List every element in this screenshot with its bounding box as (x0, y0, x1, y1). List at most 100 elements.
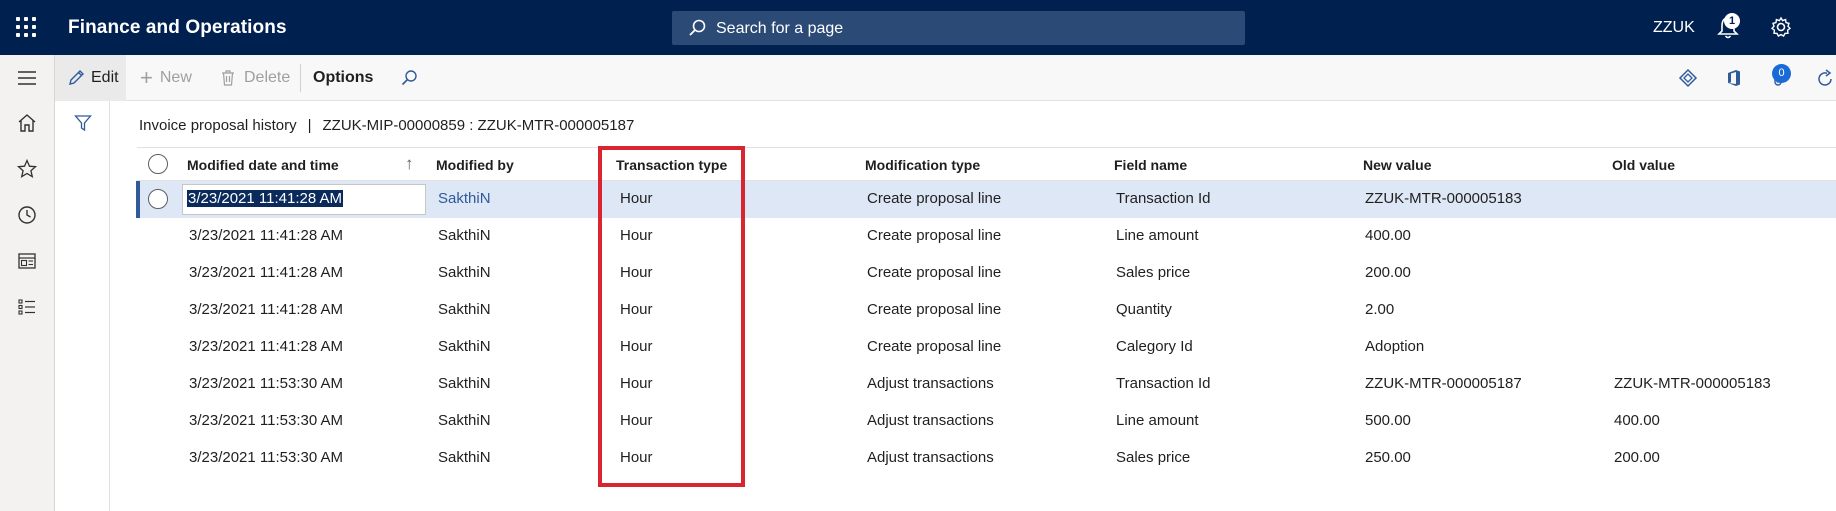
cell-modified-by[interactable]: SakthiN (438, 338, 491, 355)
notification-count-badge: 1 (1724, 13, 1740, 29)
cell-old-value[interactable]: ZZUK-MTR-000005183 (1614, 375, 1771, 392)
favorites-star-icon[interactable] (16, 158, 38, 180)
action-search-button[interactable] (400, 55, 418, 101)
gear-icon[interactable] (1770, 16, 1792, 38)
cell-modified-by[interactable]: SakthiN (438, 412, 491, 429)
home-icon[interactable] (16, 112, 38, 134)
cell-modified-by[interactable]: SakthiN (438, 375, 491, 392)
cell-modification-type[interactable]: Create proposal line (867, 338, 1001, 355)
cell-modification-type[interactable]: Adjust transactions (867, 375, 994, 392)
delete-button[interactable]: Delete (220, 55, 290, 101)
cell-old-value[interactable]: 200.00 (1614, 449, 1660, 466)
transaction-type-highlight (598, 146, 745, 487)
cell-modified-date[interactable]: 3/23/2021 11:41:28 AM (189, 338, 343, 355)
table-row[interactable]: 3/23/2021 11:41:28 AM SakthiN Hour Create p… (137, 218, 1836, 255)
cell-modified-by[interactable]: SakthiN (438, 449, 491, 466)
search-icon (689, 19, 706, 36)
attachments-count-badge: 0 (1772, 64, 1791, 83)
app-launcher-icon[interactable] (16, 17, 38, 39)
cell-field-name[interactable]: Quantity (1116, 301, 1172, 318)
filter-icon[interactable] (74, 114, 92, 132)
table-row[interactable]: 3/23/2021 11:53:30 AM SakthiN Hour Adjust t… (137, 440, 1836, 477)
table-row[interactable]: 3/23/2021 11:41:28 AM SakthiN Hour Create p… (137, 255, 1836, 292)
search-placeholder: Search for a page (716, 20, 844, 37)
cell-field-name[interactable]: Transaction Id (1116, 375, 1211, 392)
cell-new-value[interactable]: 200.00 (1365, 264, 1411, 281)
edit-label: Edit (91, 69, 119, 86)
cell-new-value[interactable]: 2.00 (1365, 301, 1394, 318)
refresh-icon[interactable] (1814, 68, 1836, 90)
modified-date-selected-text: 3/23/2021 11:41:28 AM (187, 190, 344, 207)
cell-field-name[interactable]: Line amount (1116, 412, 1199, 429)
cell-modified-by[interactable]: SakthiN (438, 301, 491, 318)
grid-header: Modified date and time ↑ Modified by Tra… (137, 147, 1836, 181)
power-apps-icon[interactable] (1678, 68, 1698, 88)
row-select-radio[interactable] (148, 189, 168, 209)
column-header-new-value[interactable]: New value (1363, 157, 1431, 173)
cell-modified-date[interactable]: 3/23/2021 11:41:28 AM (189, 264, 343, 281)
cell-modification-type[interactable]: Create proposal line (867, 190, 1001, 207)
cell-modified-by[interactable]: SakthiN (438, 190, 491, 207)
cell-modification-type[interactable]: Create proposal line (867, 264, 1001, 281)
new-button[interactable]: + New (140, 55, 192, 101)
table-row[interactable]: 3/23/2021 11:41:28 AM SakthiN Hour Create p… (137, 329, 1836, 366)
plus-icon: + (140, 65, 153, 90)
cell-modification-type[interactable]: Adjust transactions (867, 412, 994, 429)
cell-modified-date[interactable]: 3/23/2021 11:53:30 AM (189, 412, 343, 429)
action-pane: Edit + New Delete Options (55, 55, 1836, 101)
modules-list-icon[interactable] (16, 296, 38, 318)
sort-ascending-icon[interactable]: ↑ (405, 154, 414, 174)
column-header-field-name[interactable]: Field name (1114, 157, 1187, 173)
top-bar: Finance and Operations Search for a page… (0, 0, 1836, 55)
app-title[interactable]: Finance and Operations (68, 17, 287, 39)
page-search-box[interactable]: Search for a page (672, 11, 1245, 45)
select-all-radio[interactable] (148, 154, 168, 174)
page-title: Invoice proposal history (139, 117, 297, 134)
cell-new-value[interactable]: 250.00 (1365, 449, 1411, 466)
filter-pane (55, 101, 110, 511)
table-row[interactable]: 3/23/2021 11:41:28 AM SakthiN Hour Create p… (137, 292, 1836, 329)
cell-modified-date[interactable]: 3/23/2021 11:41:28 AM (189, 301, 343, 318)
delete-label: Delete (244, 69, 291, 86)
cell-modified-by[interactable]: SakthiN (438, 264, 491, 281)
cell-new-value[interactable]: ZZUK-MTR-000005187 (1365, 375, 1522, 392)
column-header-modified-date[interactable]: Modified date and time (187, 157, 339, 173)
cell-field-name[interactable]: Transaction Id (1116, 190, 1211, 207)
cell-field-name[interactable]: Line amount (1116, 227, 1199, 244)
trash-icon (222, 70, 234, 86)
column-header-modified-by[interactable]: Modified by (436, 157, 514, 173)
cell-modification-type[interactable]: Create proposal line (867, 301, 1001, 318)
cell-new-value[interactable]: ZZUK-MTR-000005183 (1365, 190, 1522, 207)
cell-modification-type[interactable]: Adjust transactions (867, 449, 994, 466)
cell-modified-by[interactable]: SakthiN (438, 227, 491, 244)
hamburger-menu-icon[interactable] (16, 67, 38, 89)
edit-button[interactable]: Edit (55, 55, 126, 101)
cell-new-value[interactable]: 400.00 (1365, 227, 1411, 244)
modified-date-field[interactable]: 3/23/2021 11:41:28 AM (182, 184, 426, 215)
column-header-old-value[interactable]: Old value (1612, 157, 1675, 173)
selected-row-indicator (136, 181, 140, 218)
column-header-modification-type[interactable]: Modification type (865, 157, 980, 173)
cell-modified-date[interactable]: 3/23/2021 11:53:30 AM (189, 375, 343, 392)
table-row[interactable]: 3/23/2021 11:53:30 AM SakthiN Hour Adjust t… (137, 403, 1836, 440)
cell-old-value[interactable]: 400.00 (1614, 412, 1660, 429)
cell-field-name[interactable]: Calegory Id (1116, 338, 1193, 355)
recent-clock-icon[interactable] (16, 204, 38, 226)
navigation-rail (0, 55, 55, 511)
cell-new-value[interactable]: 500.00 (1365, 412, 1411, 429)
cell-modified-date[interactable]: 3/23/2021 11:53:30 AM (189, 449, 343, 466)
cell-field-name[interactable]: Sales price (1116, 264, 1190, 281)
table-row[interactable]: 3/23/2021 11:53:30 AM SakthiN Hour Adjust t… (137, 366, 1836, 403)
company-selector[interactable]: ZZUK (1653, 19, 1695, 37)
breadcrumb: Invoice proposal history | ZZUK-MIP-000008… (139, 117, 634, 134)
cell-modification-type[interactable]: Create proposal line (867, 227, 1001, 244)
cell-field-name[interactable]: Sales price (1116, 449, 1190, 466)
workspaces-icon[interactable] (16, 250, 38, 272)
table-row[interactable]: 3/23/2021 11:41:28 AM SakthiN Hour Create p… (136, 181, 1836, 218)
cell-new-value[interactable]: Adoption (1365, 338, 1424, 355)
search-icon (401, 70, 417, 86)
pencil-icon (69, 70, 84, 85)
office-icon[interactable] (1724, 68, 1744, 88)
cell-modified-date[interactable]: 3/23/2021 11:41:28 AM (189, 227, 343, 244)
options-tab[interactable]: Options (313, 55, 373, 101)
